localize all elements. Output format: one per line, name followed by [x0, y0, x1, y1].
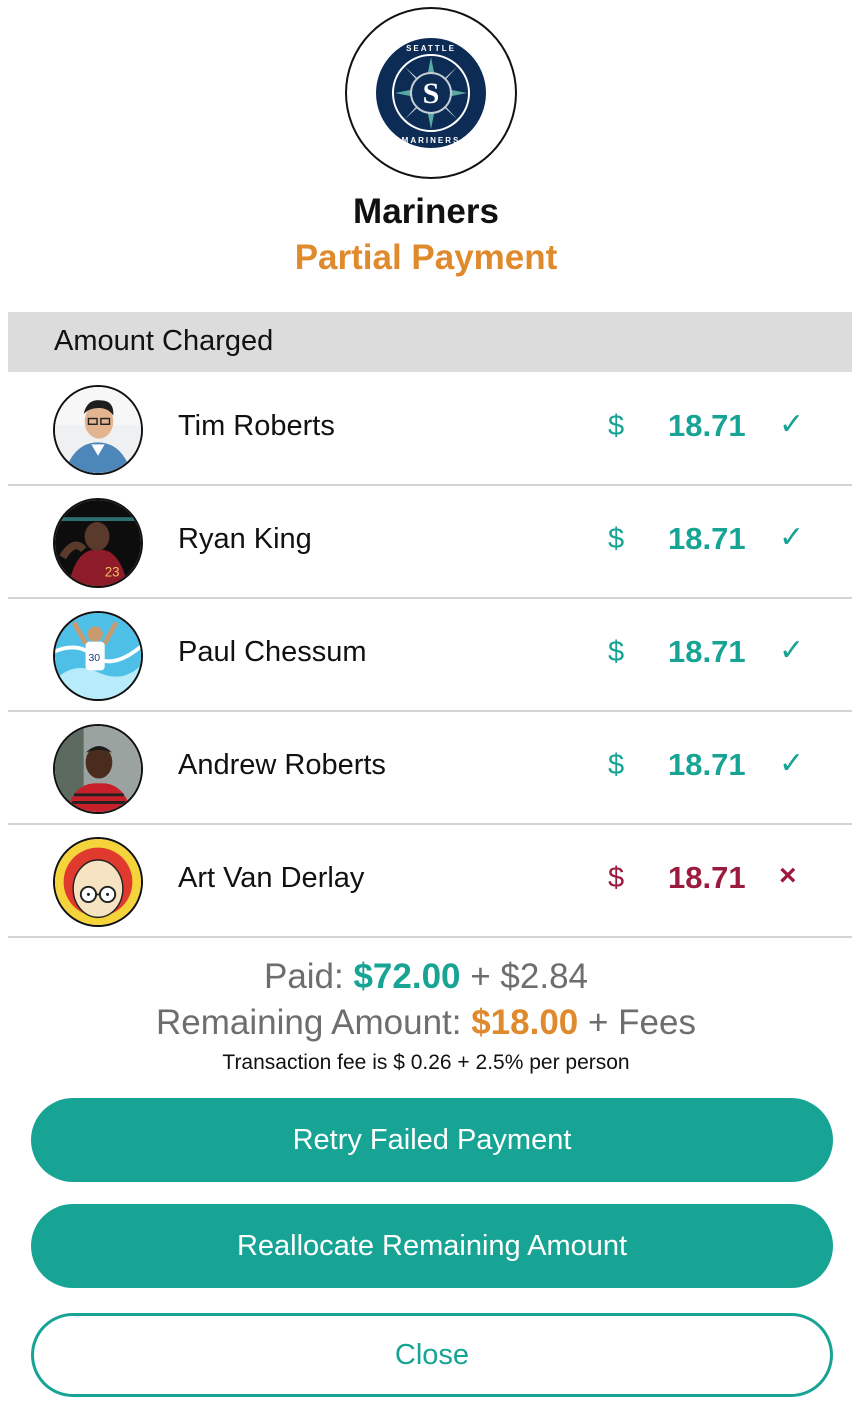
avatar-image-icon	[55, 726, 141, 812]
payment-amount: 18.71	[668, 634, 746, 669]
retry-button-label: Retry Failed Payment	[292, 1123, 572, 1156]
payment-row[interactable]: Art Van Derlay $ 18.71 ×	[0, 825, 852, 938]
remaining-label: Remaining Amount:	[156, 1003, 472, 1042]
check-icon: ✓	[779, 634, 805, 667]
paid-label: Paid:	[263, 957, 354, 996]
remaining-summary: Remaining Amount: $18.00 + Fees	[0, 1003, 852, 1043]
payer-name: Tim Roberts	[178, 410, 335, 442]
section-title: Amount Charged	[54, 325, 274, 357]
payment-amount: 18.71	[668, 521, 746, 556]
payment-row[interactable]: 30 Paul Chessum $ 18.71 ✓	[0, 599, 852, 712]
payment-row[interactable]: Andrew Roberts $ 18.71 ✓	[0, 712, 852, 825]
avatar-image-icon	[55, 387, 141, 473]
check-icon: ✓	[779, 747, 805, 780]
avatar	[53, 837, 143, 927]
close-button[interactable]: Close	[31, 1313, 833, 1397]
logo-bottom-text: MARINERS	[402, 136, 461, 145]
remaining-amount: $18.00	[471, 1003, 579, 1042]
payer-name: Art Van Derlay	[178, 862, 365, 894]
remaining-suffix: + Fees	[578, 1003, 696, 1042]
avatar	[53, 385, 143, 475]
avatar: 30	[53, 611, 143, 701]
payer-name: Andrew Roberts	[178, 749, 386, 781]
team-name: Mariners	[353, 192, 499, 231]
payment-amount: 18.71	[668, 408, 746, 443]
avatar-image-icon: 30	[55, 613, 141, 699]
paid-summary: Paid: $72.00 + $2.84	[0, 957, 852, 997]
logo-top-text: SEATTLE	[406, 44, 456, 53]
check-icon: ✓	[779, 521, 805, 554]
logo-letter: S	[423, 77, 440, 110]
paid-amount: $72.00	[353, 957, 461, 996]
payment-amount: 18.71	[668, 747, 746, 782]
currency-symbol: $	[608, 523, 625, 555]
avatar: 23	[53, 498, 143, 588]
mariners-logo-icon: S SEATTLE MARINERS	[376, 38, 486, 148]
avatar-image-icon: 23	[55, 500, 141, 586]
failed-x-icon: ×	[779, 859, 797, 892]
svg-text:23: 23	[105, 564, 120, 579]
payment-row[interactable]: Tim Roberts $ 18.71 ✓	[0, 373, 852, 486]
currency-symbol: $	[608, 862, 625, 894]
svg-text:30: 30	[88, 652, 100, 664]
avatar-image-icon	[55, 839, 141, 925]
reallocate-remaining-button[interactable]: Reallocate Remaining Amount	[31, 1204, 833, 1288]
paid-fee: + $2.84	[460, 957, 589, 996]
payment-row[interactable]: 23 Ryan King $ 18.71 ✓	[0, 486, 852, 599]
team-logo: S SEATTLE MARINERS	[345, 7, 517, 179]
payer-name: Ryan King	[178, 523, 312, 555]
amount-charged-header: Amount Charged	[8, 312, 852, 372]
row-divider	[8, 936, 852, 938]
transaction-fee-note: Transaction fee is $ 0.26 + 2.5% per per…	[222, 1051, 630, 1074]
avatar	[53, 724, 143, 814]
reallocate-button-label: Reallocate Remaining Amount	[236, 1229, 628, 1262]
currency-symbol: $	[608, 749, 625, 781]
payment-status: Partial Payment	[294, 238, 558, 277]
payment-amount: 18.71	[668, 860, 746, 895]
close-button-label: Close	[394, 1338, 470, 1371]
currency-symbol: $	[608, 410, 625, 442]
check-icon: ✓	[779, 408, 805, 441]
payer-name: Paul Chessum	[178, 636, 367, 668]
currency-symbol: $	[608, 636, 625, 668]
retry-failed-payment-button[interactable]: Retry Failed Payment	[31, 1098, 833, 1182]
